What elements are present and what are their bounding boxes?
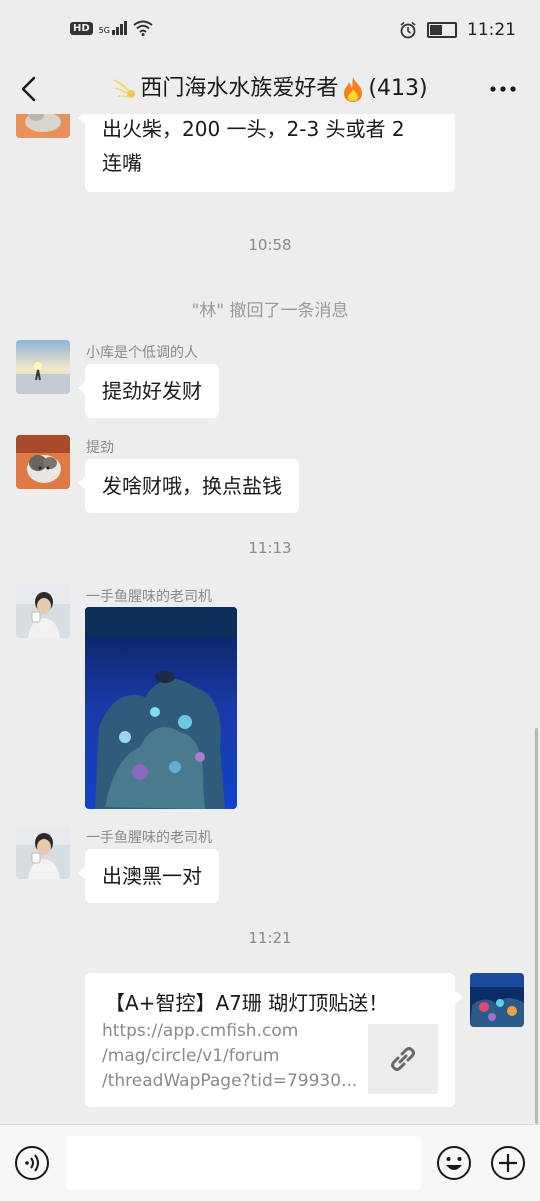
avatar[interactable] xyxy=(16,114,70,138)
voice-icon[interactable] xyxy=(14,1145,50,1181)
avatar[interactable] xyxy=(16,435,70,489)
sender-name: 一手鱼腥味的老司机 xyxy=(86,589,212,605)
message-text-line: 连嘴 xyxy=(102,151,142,175)
link-card-url: https://app.cmfish.com /mag/circle/v1/fo… xyxy=(102,1019,362,1094)
group-name: 西门海水水族爱好者 xyxy=(140,76,339,101)
sender-name: 小库是个低调的人 xyxy=(86,345,198,361)
message-text: 发啥财哦，换点盐钱 xyxy=(102,474,282,498)
timestamp: 11:13 xyxy=(248,539,292,557)
timestamp: 10:58 xyxy=(248,236,292,254)
message-list[interactable]: 出火柴，200 一头，2-3 头或者 2 连嘴 10:58 "林" 撤回了一条消… xyxy=(0,114,540,1124)
scrollbar[interactable] xyxy=(535,728,538,1124)
message-bubble[interactable]: 出澳黑一对 xyxy=(78,849,219,903)
timestamp: 11:21 xyxy=(248,929,292,947)
alarm-icon xyxy=(400,21,416,39)
link-card[interactable]: 【A+智控】A7珊 瑚灯顶贴送！ https://app.cmfish.com … xyxy=(85,973,463,1107)
wifi-icon xyxy=(133,20,153,36)
avatar[interactable] xyxy=(16,584,70,638)
message-text: 提劲好发财 xyxy=(102,379,202,403)
member-count: (413) xyxy=(368,76,428,101)
fire-emoji-icon xyxy=(344,77,363,102)
avatar[interactable] xyxy=(16,825,70,879)
chat-header: 西门海水水族爱好者 (413) xyxy=(0,64,540,114)
emoji-icon[interactable] xyxy=(436,1145,472,1181)
input-bar xyxy=(0,1124,540,1201)
status-bar: HD 5G 11:21 xyxy=(0,0,540,64)
comet-emoji-icon xyxy=(113,79,136,98)
message-text: 出澳黑一对 xyxy=(102,864,202,888)
signal-icon: 5G xyxy=(99,21,127,35)
message-bubble[interactable]: 出火柴，200 一头，2-3 头或者 2 连嘴 xyxy=(78,114,455,192)
plus-icon[interactable] xyxy=(490,1145,526,1181)
my-avatar[interactable] xyxy=(470,973,524,1027)
hd-badge: HD xyxy=(70,21,93,35)
battery-icon xyxy=(427,22,457,38)
coral-reef-photo[interactable] xyxy=(85,607,237,809)
message-input[interactable] xyxy=(66,1136,421,1190)
message-bubble[interactable]: 提劲好发财 xyxy=(78,364,219,418)
chat-title[interactable]: 西门海水水族爱好者 (413) xyxy=(60,72,480,106)
recall-notice: "林" 撤回了一条消息 xyxy=(191,301,349,321)
message-bubble[interactable]: 发啥财哦，换点盐钱 xyxy=(78,459,299,513)
message-text-line: 出火柴，200 一头，2-3 头或者 2 xyxy=(102,117,405,141)
url-line: /threadWapPage?tid=79930... xyxy=(102,1071,358,1091)
link-icon xyxy=(391,1047,415,1071)
link-card-title: 【A+智控】A7珊 瑚灯顶贴送！ xyxy=(105,991,389,1015)
sender-name: 提劲 xyxy=(86,440,114,456)
network-label: 5G xyxy=(98,26,110,35)
back-arrow-icon[interactable] xyxy=(14,72,48,106)
url-line: /mag/circle/v1/forum xyxy=(102,1046,280,1066)
avatar[interactable] xyxy=(16,340,70,394)
sender-name: 一手鱼腥味的老司机 xyxy=(86,830,212,846)
link-thumbnail xyxy=(368,1024,438,1094)
url-line: https://app.cmfish.com xyxy=(102,1021,299,1041)
more-options-icon[interactable] xyxy=(486,72,520,106)
clock: 11:21 xyxy=(467,20,516,40)
